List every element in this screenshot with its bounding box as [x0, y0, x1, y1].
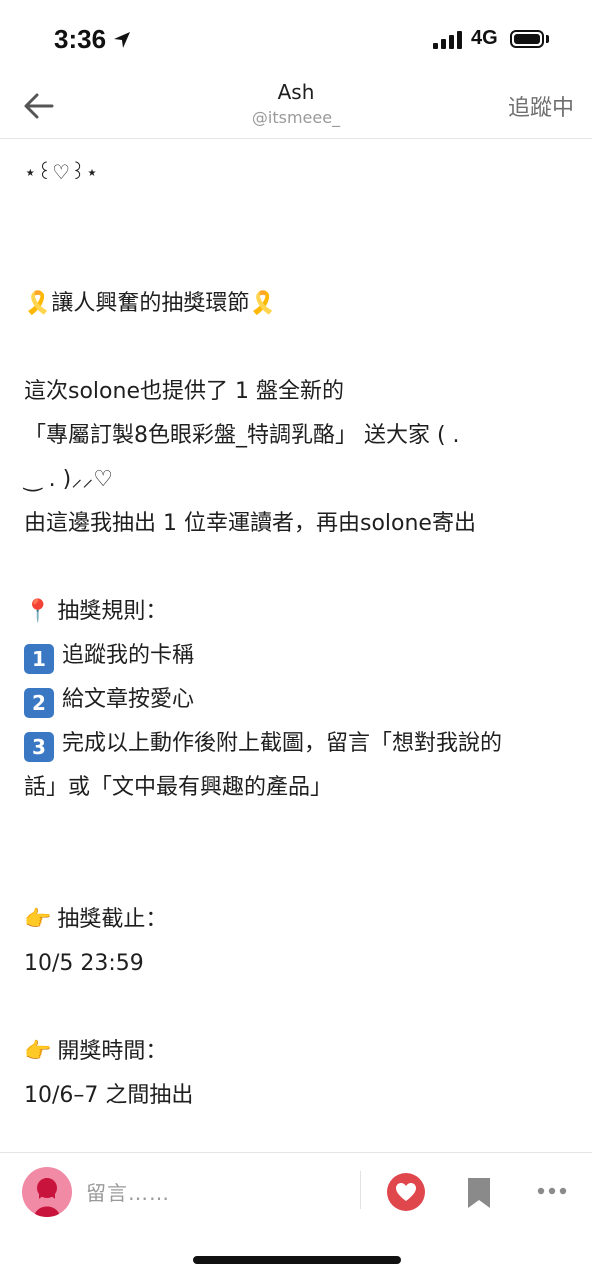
battery-tip	[546, 35, 549, 43]
network-type: 4G	[471, 27, 498, 49]
number-badge-3: 3	[24, 732, 54, 762]
home-indicator	[193, 1256, 401, 1264]
draw-time-value: 10/6–7 之間抽出	[24, 1083, 194, 1108]
bookmark-icon[interactable]	[465, 1176, 493, 1210]
pointing-hand-icon: 👉	[24, 1039, 52, 1064]
bottom-action-bar: 留言……	[0, 1152, 592, 1233]
author-handle[interactable]: @itsmeee_	[0, 108, 592, 127]
deadline-heading-text: 抽獎截止：	[57, 907, 168, 932]
vertical-divider	[360, 1171, 361, 1209]
rule-item-text: 給文章按愛心	[62, 687, 195, 712]
rules-heading: 📍 抽獎規則：	[24, 590, 572, 634]
location-arrow-icon	[114, 31, 131, 48]
status-time: 3:36	[54, 24, 132, 55]
number-badge-2: 2	[24, 688, 54, 718]
number-badge-1: 1	[24, 644, 54, 674]
post-kaomoji-line: ⋆꒰♡꒱⋆	[24, 160, 99, 184]
pushpin-icon: 📍	[24, 599, 52, 624]
heart-icon[interactable]	[386, 1172, 426, 1212]
nav-bar: Ash @itsmeee_ 追蹤中	[0, 78, 592, 139]
cellular-signal-icon	[433, 31, 462, 49]
rule-item-3: 3 完成以上動作後附上截圖，留言「想對我說的	[24, 722, 572, 766]
status-time-text: 3:36	[54, 24, 107, 54]
rules-heading-text: 抽獎規則：	[57, 599, 168, 624]
post-text-line: 「專屬訂製8色眼彩盤_特調乳酪」 送大家 ( .	[24, 423, 460, 448]
post-heading-line: 🎗️讓人興奮的抽獎環節🎗️	[24, 291, 277, 316]
draw-time-heading: 👉 開獎時間：	[24, 1030, 572, 1074]
following-button[interactable]: 追蹤中	[508, 90, 574, 122]
post-text-line: 由這邊我抽出 1 位幸運讀者，再由solone寄出	[24, 511, 476, 536]
deadline-heading: 👉 抽獎截止：	[24, 898, 572, 942]
rule-item-2: 2 給文章按愛心	[24, 678, 572, 722]
avatar[interactable]	[22, 1167, 72, 1217]
rule-item-3-continued: 話」或「文中最有興趣的產品」	[24, 775, 333, 800]
post-text-line: ‿ . )⸝⸝♡	[24, 467, 113, 492]
rule-item-text: 追蹤我的卡稱	[62, 643, 195, 668]
user-silhouette-icon	[34, 1178, 60, 1217]
deadline-value: 10/5 23:59	[24, 951, 144, 976]
draw-time-heading-text: 開獎時間：	[57, 1039, 168, 1064]
post-body: ⋆꒰♡꒱⋆ 🎗️讓人興奮的抽獎環節🎗️ 這次solone也提供了 1 盤全新的 …	[24, 150, 572, 1118]
rule-item-1: 1 追蹤我的卡稱	[24, 634, 572, 678]
more-options-icon[interactable]	[536, 1181, 568, 1201]
pointing-hand-icon: 👉	[24, 907, 52, 932]
status-bar: 3:36 4G	[0, 0, 592, 78]
battery-icon	[510, 30, 544, 48]
author-name[interactable]: Ash	[0, 80, 592, 104]
rule-item-text: 完成以上動作後附上截圖，留言「想對我說的	[62, 731, 503, 756]
post-text-line: 這次solone也提供了 1 盤全新的	[24, 379, 344, 404]
comment-input[interactable]: 留言……	[86, 1177, 170, 1206]
